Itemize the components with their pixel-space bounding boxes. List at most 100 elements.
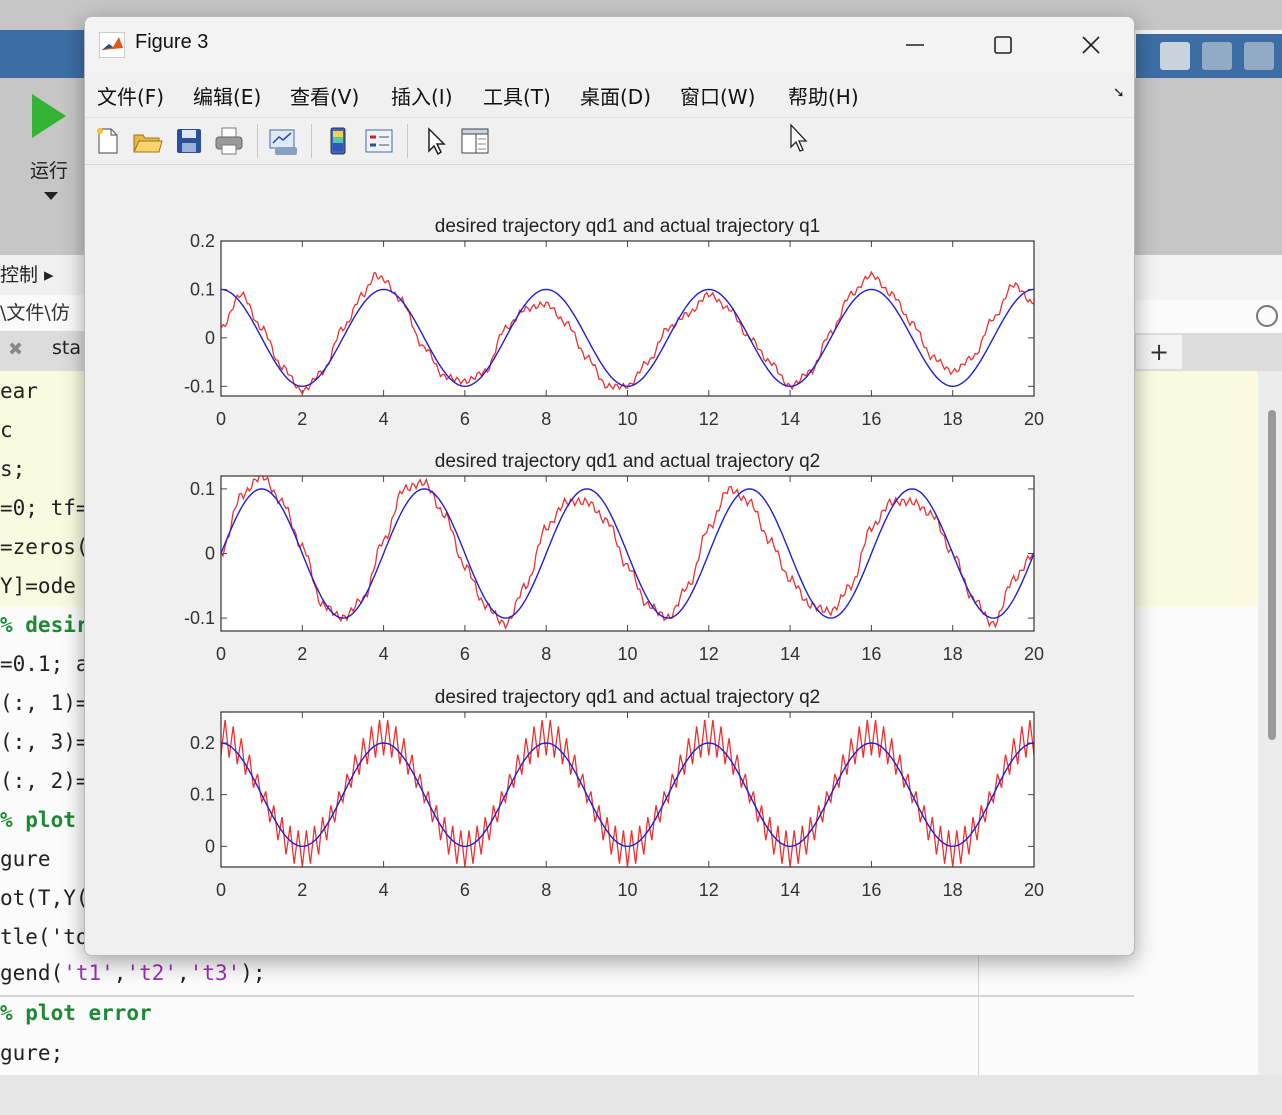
chevron-down-icon[interactable] bbox=[44, 192, 58, 200]
code-string: 't1' bbox=[63, 961, 114, 985]
x-tick-label: 20 bbox=[1024, 644, 1044, 664]
y-tick-label: 0.1 bbox=[190, 479, 215, 499]
insert-legend-icon[interactable] bbox=[363, 125, 395, 157]
toolbar-separator bbox=[257, 124, 258, 158]
code-line: tle('to bbox=[0, 925, 89, 949]
x-tick-label: 0 bbox=[216, 409, 226, 429]
y-tick-label: 0 bbox=[205, 544, 215, 564]
code-comment: % plot error bbox=[0, 1001, 152, 1025]
code-line: s; bbox=[0, 457, 26, 481]
code-comment: % desir bbox=[0, 613, 89, 637]
add-tab-button[interactable]: + bbox=[1136, 335, 1182, 369]
editor-tabbar: ✖ sta bbox=[0, 331, 90, 371]
y-tick-label: 0 bbox=[205, 328, 215, 348]
x-tick-label: 8 bbox=[541, 409, 551, 429]
run-icon bbox=[32, 94, 66, 138]
axes-3: desired trajectory qd1 and actual trajec… bbox=[190, 687, 1044, 900]
x-tick-label: 6 bbox=[460, 880, 470, 900]
run-button[interactable]: 运行 bbox=[18, 90, 82, 210]
code-token: , bbox=[177, 961, 190, 985]
menu-help[interactable]: 帮助(H) bbox=[788, 81, 859, 110]
toolbar-separator bbox=[311, 124, 312, 158]
code-line-legend: gend('t1','t2','t3'); bbox=[0, 961, 266, 985]
x-tick-label: 4 bbox=[379, 409, 389, 429]
x-tick-label: 18 bbox=[943, 409, 963, 429]
x-tick-label: 16 bbox=[861, 880, 881, 900]
x-tick-label: 12 bbox=[699, 880, 719, 900]
x-tick-label: 6 bbox=[460, 409, 470, 429]
matlab-logo-icon bbox=[99, 32, 125, 58]
code-token: gend( bbox=[0, 961, 64, 985]
menu-file[interactable]: 文件(F) bbox=[97, 81, 164, 110]
dock-arrow-icon[interactable]: ➘ bbox=[1113, 85, 1125, 101]
x-tick-label: 10 bbox=[617, 409, 637, 429]
axes-background bbox=[221, 712, 1034, 867]
close-icon[interactable]: ✖ bbox=[8, 339, 23, 360]
toolbar-separator bbox=[407, 124, 408, 158]
menu-window[interactable]: 窗口(W) bbox=[680, 81, 755, 110]
x-tick-label: 18 bbox=[943, 644, 963, 664]
menu-view[interactable]: 查看(V) bbox=[290, 81, 359, 110]
save-icon[interactable] bbox=[173, 125, 205, 157]
menu-desktop[interactable]: 桌面(D) bbox=[580, 81, 651, 110]
code-string: 't2' bbox=[126, 961, 178, 985]
figure-window[interactable]: Figure 3 文件(F) 编辑(E) 查看(V) 插入(I) 工具(T) 桌… bbox=[84, 16, 1135, 956]
code-line: gure; bbox=[0, 1041, 64, 1065]
figure-toolbar bbox=[85, 117, 1134, 165]
x-tick-label: 4 bbox=[379, 880, 389, 900]
x-tick-label: 14 bbox=[780, 409, 800, 429]
x-tick-label: 20 bbox=[1024, 880, 1044, 900]
figure-canvas[interactable]: desired trajectory qd1 and actual trajec… bbox=[85, 165, 1134, 955]
menu-edit[interactable]: 编辑(E) bbox=[193, 81, 261, 110]
axes-title: desired trajectory qd1 and actual trajec… bbox=[435, 216, 821, 237]
link-plot-icon[interactable] bbox=[267, 125, 299, 157]
x-tick-label: 18 bbox=[943, 880, 963, 900]
open-file-icon[interactable] bbox=[131, 125, 163, 157]
minimize-button[interactable] bbox=[897, 27, 933, 63]
code-string: 't3' bbox=[189, 961, 241, 985]
save-icon[interactable] bbox=[1160, 42, 1190, 70]
maximize-button[interactable] bbox=[985, 27, 1021, 63]
code-token: ); bbox=[240, 961, 266, 985]
property-inspector-icon[interactable] bbox=[459, 125, 491, 157]
editor-tab-label[interactable]: sta bbox=[52, 337, 81, 359]
cut-icon[interactable] bbox=[1202, 42, 1232, 70]
run-label: 运行 bbox=[30, 160, 69, 182]
x-tick-label: 2 bbox=[297, 644, 307, 664]
x-tick-label: 4 bbox=[379, 644, 389, 664]
code-line: =0.1; a bbox=[0, 652, 89, 676]
edit-plot-icon[interactable] bbox=[419, 125, 451, 157]
scrollbar-thumb[interactable] bbox=[1268, 410, 1276, 740]
x-tick-label: 12 bbox=[699, 409, 719, 429]
close-button[interactable] bbox=[1073, 27, 1109, 63]
y-tick-label: 0.2 bbox=[190, 733, 215, 753]
x-tick-label: 16 bbox=[861, 644, 881, 664]
y-tick-label: 0.1 bbox=[190, 785, 215, 805]
y-tick-label: -0.1 bbox=[184, 608, 215, 628]
print-icon[interactable] bbox=[213, 125, 245, 157]
plot-area[interactable]: desired trajectory qd1 and actual trajec… bbox=[85, 165, 1134, 955]
menu-tools[interactable]: 工具(T) bbox=[483, 81, 551, 110]
y-tick-label: 0.2 bbox=[190, 231, 215, 251]
x-tick-label: 14 bbox=[780, 880, 800, 900]
insert-colorbar-icon[interactable] bbox=[323, 125, 355, 157]
copy-icon[interactable] bbox=[1244, 42, 1274, 70]
code-cell-highlight bbox=[0, 371, 90, 607]
x-tick-label: 2 bbox=[297, 409, 307, 429]
x-tick-label: 8 bbox=[541, 880, 551, 900]
editor-right-header bbox=[1134, 255, 1282, 300]
x-tick-label: 8 bbox=[541, 644, 551, 664]
x-tick-label: 12 bbox=[699, 644, 719, 664]
options-dropdown-icon[interactable] bbox=[1256, 305, 1278, 327]
new-figure-icon[interactable] bbox=[91, 125, 123, 157]
menu-insert[interactable]: 插入(I) bbox=[391, 81, 453, 110]
y-tick-label: 0 bbox=[205, 836, 215, 856]
x-tick-label: 0 bbox=[216, 644, 226, 664]
code-line: ear bbox=[0, 379, 38, 403]
code-editor-lower[interactable]: gend('t1','t2','t3'); % plot error gure; bbox=[0, 955, 1258, 1075]
control-section-label[interactable]: 控制 ▸ bbox=[0, 255, 90, 295]
menu-bar: 文件(F) 编辑(E) 查看(V) 插入(I) 工具(T) 桌面(D) 窗口(W… bbox=[85, 75, 1134, 115]
current-folder-path[interactable]: \文件\仿 bbox=[0, 295, 90, 331]
title-bar[interactable]: Figure 3 bbox=[85, 17, 1134, 73]
x-tick-label: 20 bbox=[1024, 409, 1044, 429]
